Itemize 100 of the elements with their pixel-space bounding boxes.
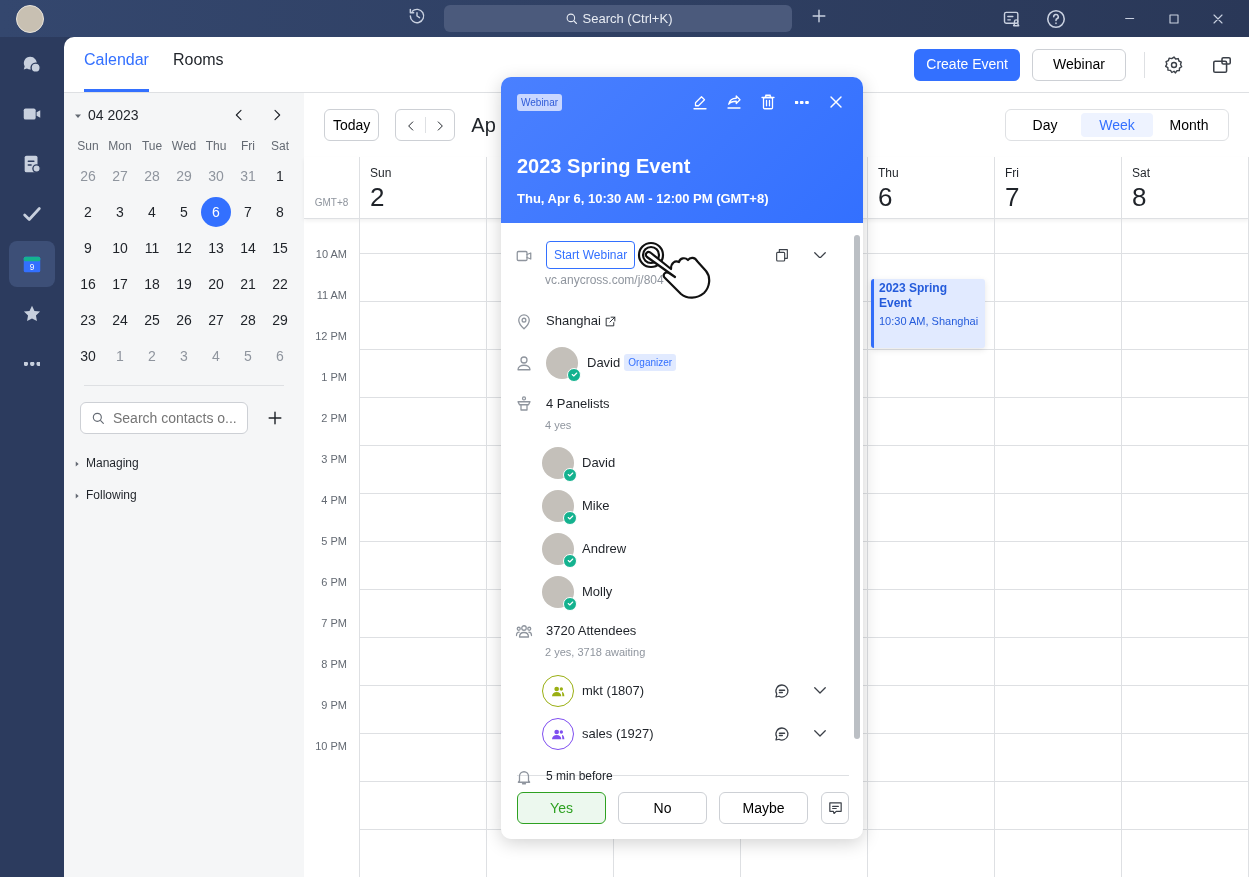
help-button[interactable]: [1045, 7, 1067, 30]
event-title: 2023 Spring Event: [517, 154, 692, 179]
calendar-day[interactable]: 13: [201, 233, 231, 263]
calendar-day[interactable]: 2: [73, 197, 103, 227]
share-icon: [725, 93, 743, 111]
tab[interactable]: Rooms: [172, 37, 224, 92]
time-label: 10 AM: [315, 248, 347, 260]
calendar-day[interactable]: 26: [169, 305, 199, 335]
bell-icon: [515, 768, 533, 787]
date-number: 8: [1132, 182, 1148, 212]
weekday-label: Thu: [204, 138, 228, 155]
avatar[interactable]: [16, 4, 44, 33]
expand-icon: [814, 251, 826, 259]
panelist-name: Mike: [582, 496, 610, 515]
comment-icon: [826, 799, 844, 817]
panelist-name: David: [582, 453, 616, 472]
calendar-day[interactable]: 23: [73, 305, 103, 335]
calendar-day[interactable]: 17: [105, 269, 135, 299]
organizer-name: David: [587, 353, 621, 372]
panelist-name: Andrew: [582, 539, 627, 558]
calendar-day[interactable]: 9: [73, 233, 103, 263]
calendar-day[interactable]: 6: [201, 197, 231, 227]
weekday-label: Sun: [76, 138, 100, 155]
calendar-day[interactable]: 7: [233, 197, 263, 227]
month-label: 04 2023: [88, 105, 139, 125]
attendees-count: 3720 Attendees: [546, 621, 637, 640]
help-icon: [1045, 7, 1067, 30]
date-number: 7: [1005, 182, 1021, 212]
calendar-event[interactable]: 2023 Spring Event 10:30 AM, Shanghai: [871, 279, 985, 348]
start-webinar-button[interactable]: Start Webinar: [546, 241, 636, 269]
time-label: 7 PM: [321, 617, 347, 629]
weekday-label: Wed: [170, 138, 198, 155]
section-label[interactable]: Managing: [86, 454, 139, 472]
panelists-count: 4 Panelists: [546, 394, 610, 413]
view-tab[interactable]: Day: [1009, 113, 1081, 137]
edit-icon: [691, 93, 709, 111]
event-time: Thu, Apr 6, 10:30 AM - 12:00 PM (GMT+8): [517, 190, 770, 208]
time-label: 5 PM: [321, 535, 347, 547]
view-tab[interactable]: Week: [1081, 113, 1153, 137]
weekday-label: Tue: [140, 138, 164, 155]
time-label: 12 PM: [315, 330, 347, 342]
rsvp-button[interactable]: Maybe: [719, 792, 808, 824]
group-name: sales (1927): [582, 724, 654, 743]
more-icon: [23, 362, 41, 366]
weekday-label: Thu: [878, 165, 900, 182]
date-range-title: Ap: [471, 113, 496, 138]
expand-icon: [814, 730, 826, 738]
calendar-day[interactable]: 5: [169, 197, 199, 227]
calendar-day[interactable]: 18: [137, 269, 167, 299]
panelists-summary: 4 yes: [545, 418, 573, 434]
time-label: 8 PM: [321, 658, 347, 670]
rsvp-button[interactable]: No: [618, 792, 707, 824]
calendar-day[interactable]: 25: [137, 305, 167, 335]
calendar-day[interactable]: 24: [105, 305, 135, 335]
more-icon: [795, 100, 809, 104]
section-label[interactable]: Following: [86, 486, 137, 504]
contact-search-field[interactable]: Search contacts o...: [80, 402, 248, 434]
reminder-text: 5 min before: [546, 768, 613, 786]
calendar-day[interactable]: 12: [169, 233, 199, 263]
calendar-day[interactable]: 27: [201, 305, 231, 335]
comment-button[interactable]: [821, 792, 849, 824]
calendar-day[interactable]: 22: [265, 269, 295, 299]
weekday-label: Sat: [270, 138, 290, 155]
calendar-day[interactable]: 19: [169, 269, 199, 299]
calendar-day[interactable]: 16: [73, 269, 103, 299]
calendar-day[interactable]: 11: [137, 233, 167, 263]
event-type-tag: Webinar: [517, 93, 563, 111]
calendar-day[interactable]: 15: [265, 233, 295, 263]
expand-icon: [814, 687, 826, 695]
attendees-summary: 2 yes, 3718 awaiting: [545, 645, 647, 661]
calendar-day[interactable]: 1: [265, 161, 295, 191]
calendar-day[interactable]: 29: [265, 305, 295, 335]
time-label: 10 PM: [315, 740, 347, 752]
settings-icon: [1164, 54, 1184, 75]
time-label: 3 PM: [321, 453, 347, 465]
calendar-day[interactable]: 8: [265, 197, 295, 227]
today-button[interactable]: Today: [324, 109, 380, 141]
date-number: 6: [878, 182, 894, 212]
rail-item[interactable]: 9: [9, 241, 55, 287]
calendar-day[interactable]: 10: [105, 233, 135, 263]
time-label: 11 AM: [316, 289, 347, 301]
calendar-day[interactable]: 21: [233, 269, 263, 299]
calendar-day[interactable]: 3: [105, 197, 135, 227]
minimize-icon: [1125, 17, 1135, 20]
calendar-day[interactable]: 14: [233, 233, 263, 263]
calendar-day[interactable]: 4: [137, 197, 167, 227]
create-event-button[interactable]: Create Event: [914, 48, 1020, 81]
calendar-day[interactable]: 28: [233, 305, 263, 335]
group-chat-icon: [773, 681, 791, 700]
search-field[interactable]: Search (Ctrl+K): [444, 5, 792, 32]
weekday-label: Fri: [240, 138, 256, 155]
calendar-day[interactable]: 20: [201, 269, 231, 299]
calendar-day[interactable]: 30: [73, 341, 103, 371]
group-name: mkt (1807): [582, 681, 645, 700]
webinar-button[interactable]: Webinar: [1032, 48, 1126, 81]
time-label: 2 PM: [321, 412, 347, 424]
time-label: 9 PM: [321, 699, 347, 711]
time-label: 6 PM: [321, 576, 347, 588]
scrollbar[interactable]: [854, 235, 860, 739]
view-tab[interactable]: Month: [1153, 113, 1225, 137]
